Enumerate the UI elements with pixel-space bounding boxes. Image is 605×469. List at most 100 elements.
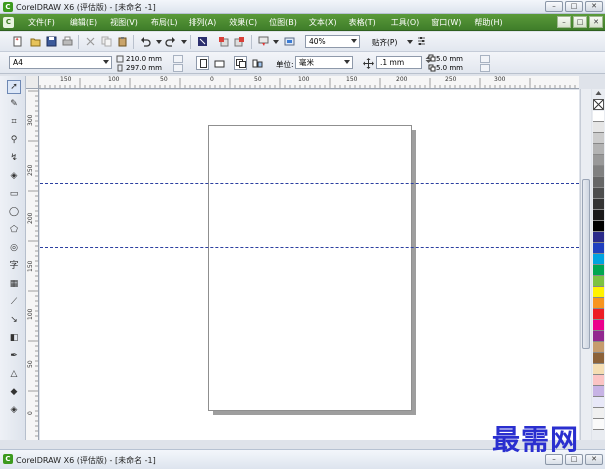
horizontal-guideline[interactable] — [40, 247, 579, 248]
palette-scroll-up-icon[interactable] — [593, 89, 604, 97]
page-width-field[interactable]: 210.0 mm — [126, 55, 162, 63]
portrait-button[interactable] — [196, 56, 209, 70]
shape-tool-icon[interactable]: ✎ — [8, 98, 20, 110]
crop-tool-icon[interactable]: ⌗ — [8, 116, 20, 128]
color-swatch[interactable] — [593, 188, 604, 199]
zoom-level-dropdown[interactable]: 40% — [305, 35, 360, 48]
color-swatch[interactable] — [593, 320, 604, 331]
redo-icon[interactable] — [165, 36, 176, 47]
blend-tool-icon[interactable]: ◧ — [8, 332, 20, 344]
close-button[interactable]: ✕ — [585, 1, 603, 12]
cut-icon[interactable] — [85, 36, 96, 47]
fill-tool-icon[interactable]: ◆ — [8, 386, 20, 398]
no-color-swatch-icon[interactable] — [593, 99, 604, 110]
vertical-scrollbar[interactable] — [580, 89, 591, 440]
landscape-icon[interactable] — [214, 58, 225, 69]
duplicate-distance-y-field[interactable]: 5.0 mm — [436, 64, 463, 72]
paper-size-dropdown[interactable]: A4 — [9, 56, 112, 69]
height-spinner[interactable] — [173, 64, 183, 72]
color-swatch[interactable] — [593, 232, 604, 243]
color-swatch[interactable] — [593, 166, 604, 177]
menu-arrange[interactable]: 排列(A) — [189, 17, 217, 28]
color-swatch[interactable] — [593, 353, 604, 364]
paste-icon[interactable] — [117, 36, 128, 47]
document-icon[interactable]: C — [3, 17, 14, 28]
publish-dropdown-icon[interactable] — [270, 36, 281, 47]
taskbar-close-button[interactable]: ✕ — [585, 454, 603, 465]
search-content-icon[interactable] — [197, 36, 208, 47]
rectangle-tool-icon[interactable]: ▭ — [8, 188, 20, 200]
minimize-button[interactable]: – — [545, 1, 563, 12]
print-icon[interactable] — [62, 36, 73, 47]
color-swatch[interactable] — [593, 243, 604, 254]
snap-to-button[interactable]: 贴齐(P) — [372, 37, 397, 48]
menu-effects[interactable]: 效果(C) — [229, 17, 257, 28]
horizontal-guideline[interactable] — [40, 183, 579, 184]
color-swatch[interactable] — [593, 221, 604, 232]
polygon-tool-icon[interactable]: ⬠ — [8, 224, 20, 236]
color-swatch[interactable] — [593, 298, 604, 309]
color-swatch[interactable] — [593, 155, 604, 166]
duplicate-x-spinner[interactable] — [480, 55, 490, 63]
color-swatch[interactable] — [593, 375, 604, 386]
color-swatch[interactable] — [593, 364, 604, 375]
open-folder-icon[interactable] — [30, 36, 41, 47]
ellipse-tool-icon[interactable]: ◯ — [8, 206, 20, 218]
menu-bitmaps[interactable]: 位图(B) — [269, 17, 297, 28]
redo-dropdown-icon[interactable] — [178, 36, 189, 47]
vertical-ruler[interactable]: 300 250 200 150 100 50 0 — [26, 89, 39, 440]
color-swatch[interactable] — [593, 122, 604, 133]
connector-tool-icon[interactable]: ↘ — [8, 314, 20, 326]
menu-tools[interactable]: 工具(O) — [391, 17, 420, 28]
color-swatch[interactable] — [593, 210, 604, 221]
duplicate-y-spinner[interactable] — [480, 64, 490, 72]
eyedropper-tool-icon[interactable]: ✒ — [8, 350, 20, 362]
color-swatch[interactable] — [593, 144, 604, 155]
duplicate-distance-x-field[interactable]: 5.0 mm — [436, 55, 463, 63]
page-height-field[interactable]: 297.0 mm — [126, 64, 162, 72]
document-page[interactable] — [208, 125, 412, 411]
color-swatch[interactable] — [593, 386, 604, 397]
undo-dropdown-icon[interactable] — [153, 36, 164, 47]
menu-text[interactable]: 文本(X) — [309, 17, 337, 28]
color-swatch[interactable] — [593, 408, 604, 419]
import-icon[interactable] — [218, 36, 229, 47]
zoom-tool-icon[interactable]: ⚲ — [8, 134, 20, 146]
basic-shapes-tool-icon[interactable]: ◎ — [8, 242, 20, 254]
color-swatch[interactable] — [593, 265, 604, 276]
options-icon[interactable] — [416, 36, 427, 47]
dimension-tool-icon[interactable]: ⟋ — [8, 296, 20, 308]
freehand-tool-icon[interactable]: ↯ — [8, 152, 20, 164]
copy-icon[interactable] — [101, 36, 112, 47]
taskbar-title[interactable]: CorelDRAW X6 (评估版) - [未命名 -1] — [16, 455, 156, 466]
color-swatch[interactable] — [593, 309, 604, 320]
color-swatch[interactable] — [593, 419, 604, 430]
maximize-button[interactable]: □ — [565, 1, 583, 12]
horizontal-ruler[interactable]: 150 100 50 0 50 100 150 200 250 300 — [26, 76, 579, 89]
all-pages-button[interactable] — [234, 56, 247, 70]
smart-fill-tool-icon[interactable]: ◈ — [8, 170, 20, 182]
color-swatch[interactable] — [593, 331, 604, 342]
drawing-canvas[interactable] — [40, 90, 579, 440]
color-swatch[interactable] — [593, 276, 604, 287]
application-launcher-icon[interactable] — [284, 36, 295, 47]
color-swatch[interactable] — [593, 287, 604, 298]
units-dropdown[interactable]: 毫米 — [295, 56, 353, 69]
pick-tool-icon[interactable]: ➚ — [7, 80, 21, 94]
table-tool-icon[interactable]: ▦ — [8, 278, 20, 290]
outline-pen-tool-icon[interactable]: △ — [8, 368, 20, 380]
interactive-fill-tool-icon[interactable]: ◈ — [8, 404, 20, 416]
menu-view[interactable]: 视图(V) — [110, 17, 138, 28]
color-swatch[interactable] — [593, 254, 604, 265]
export-icon[interactable] — [234, 36, 245, 47]
color-swatch[interactable] — [593, 397, 604, 408]
save-icon[interactable] — [46, 36, 57, 47]
new-document-icon[interactable]: ✦ — [12, 36, 23, 47]
undo-icon[interactable] — [140, 36, 151, 47]
doc-close-button[interactable]: ✕ — [589, 16, 603, 28]
menu-table[interactable]: 表格(T) — [349, 17, 376, 28]
color-swatch[interactable] — [593, 177, 604, 188]
color-swatch[interactable] — [593, 342, 604, 353]
scrollbar-thumb[interactable] — [582, 179, 590, 349]
current-page-icon[interactable] — [252, 58, 263, 69]
